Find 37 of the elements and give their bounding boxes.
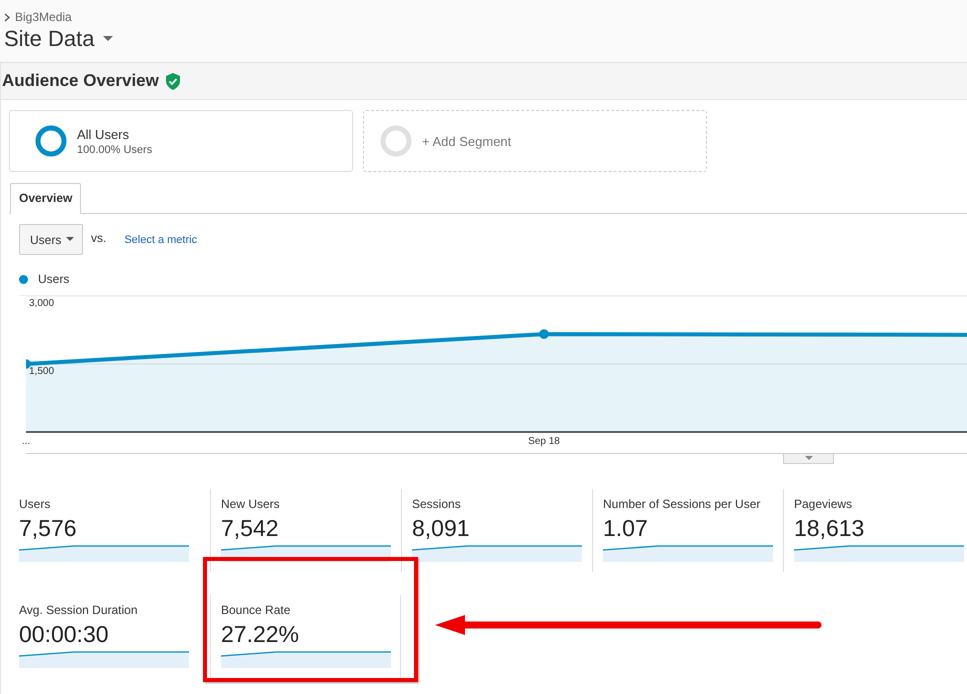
axis-label: 3,000 [29,298,54,309]
collapse-handle[interactable] [783,454,834,464]
metric-dropdown[interactable]: Users [19,224,83,255]
report-title: Audience Overview [2,71,159,91]
metric-label: Bounce Rate [221,603,292,617]
caret-icon [66,237,74,242]
axis-label: ... [22,436,30,447]
add-segment-button[interactable]: + Add Segment [363,110,707,172]
caret-icon [102,36,112,42]
metric-value: 1.07 [603,515,649,542]
metric-label: Number of Sessions per User [603,497,762,511]
ring-icon [35,125,67,157]
metric-value: 18,613 [794,515,866,542]
vs-label: vs. [91,230,106,244]
metric-value: 8,091 [412,515,471,542]
select-metric-link[interactable]: Select a metric [124,234,198,246]
account-name[interactable]: Big3Media [15,10,72,24]
metric-label: Pageviews [794,497,854,511]
metric-label: Avg. Session Duration [19,603,139,617]
segment-name: All Users [77,126,130,142]
axis-label: 1,500 [29,366,54,377]
ring-icon [380,125,412,157]
metric-value: 7,576 [19,515,78,542]
segment-detail: 100.00% Users [77,144,152,156]
metric-label: New Users [221,497,281,511]
metric-value: 27.22% [221,621,300,648]
metric-label: Users [19,497,52,511]
tab[interactable]: Overview [10,183,82,214]
chevron-icon [4,12,10,22]
arrow-icon [433,613,823,637]
metric-value: 00:00:30 [19,621,110,648]
metric-value: 7,542 [221,515,280,542]
segment-card[interactable]: All Users 100.00% Users [9,110,353,172]
legend-label: Users [38,272,70,286]
metric-label: Sessions [412,497,462,511]
view-selector[interactable]: Site Data [4,26,112,52]
axis-label: Sep 18 [528,436,560,447]
